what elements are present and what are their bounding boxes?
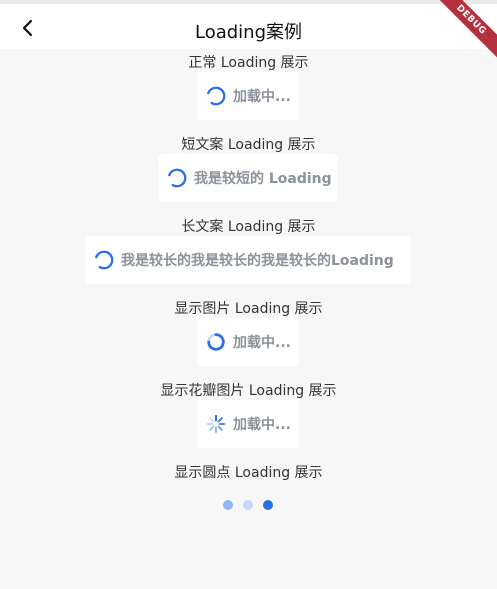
loader-dot [223, 500, 233, 510]
debug-banner: DEBUG [437, 0, 497, 60]
loading-card-long: 我是较长的我是较长的我是较长的Loading [85, 236, 411, 284]
ring-loader-icon [207, 333, 225, 351]
loading-text: 加载中... [233, 335, 291, 351]
loader-dot [243, 500, 253, 510]
loading-card-short: 我是较短的 Loading [158, 154, 338, 202]
loader-dot [263, 500, 273, 510]
app-bar: Loading案例 [0, 4, 497, 49]
page-title: Loading案例 [194, 22, 302, 43]
section-label-normal: 正常 Loading 展示 [188, 55, 309, 71]
loading-text: 我是较短的 Loading [194, 171, 332, 187]
section-label-image: 显示图片 Loading 展示 [174, 301, 323, 317]
section-label-long: 长文案 Loading 展示 [181, 219, 316, 235]
loading-card-normal: 加载中... [197, 72, 299, 120]
loading-card-image: 加载中... [197, 318, 299, 366]
loading-text: 我是较长的我是较长的我是较长的Loading [121, 253, 394, 269]
section-label-dots: 显示圆点 Loading 展示 [174, 465, 323, 481]
spinner-icon [94, 250, 114, 270]
spinner-icon [206, 86, 226, 106]
debug-banner-label: DEBUG [437, 0, 497, 60]
section-label-petal: 显示花瓣图片 Loading 展示 [160, 383, 337, 399]
section-label-short: 短文案 Loading 展示 [181, 137, 316, 153]
loading-text: 加载中... [233, 417, 291, 433]
spinner-icon [167, 168, 187, 188]
dot-loader [222, 500, 278, 512]
loading-card-petal: 加载中... [197, 400, 299, 448]
petal-spinner-icon [206, 414, 226, 434]
loading-text: 加载中... [233, 89, 291, 105]
